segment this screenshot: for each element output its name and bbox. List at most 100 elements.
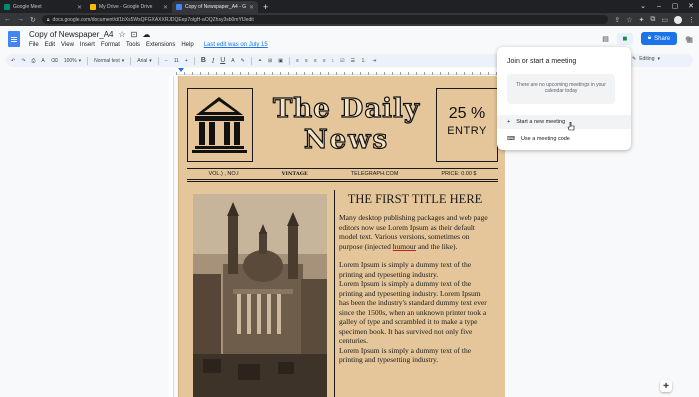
entry-label: ENTRY	[447, 125, 487, 137]
tab-my-drive[interactable]: My Drive - Google Drive ✕	[86, 1, 172, 13]
tab-google-meet[interactable]: Google Meet ✕	[0, 1, 86, 13]
comment-history-icon[interactable]: ▤	[602, 35, 609, 43]
no-meetings-message: There are no upcoming meetings in your c…	[507, 74, 615, 104]
align-right-icon[interactable]: ≡	[314, 58, 317, 64]
entry-percent: 25 %	[448, 105, 486, 122]
menu-bar: File Edit View Insert Format Tools Exten…	[29, 42, 268, 48]
back-icon[interactable]: ←	[4, 16, 11, 23]
chevron-down-icon[interactable]: ⌄	[635, 0, 651, 12]
menu-extensions[interactable]: Extensions	[146, 42, 175, 48]
editing-mode-label: Editing	[639, 56, 655, 62]
video-camera-icon: ■	[622, 34, 628, 43]
menu-edit[interactable]: Edit	[45, 42, 55, 48]
share-button[interactable]: 🔒︎ Share	[640, 32, 678, 45]
last-edit-link[interactable]: Last edit was on July 15	[204, 42, 268, 48]
move-folder-icon[interactable]: ⊡	[131, 30, 138, 39]
indent-icon[interactable]: ⇥	[372, 58, 376, 64]
checklist-icon[interactable]: ☑	[340, 58, 344, 64]
align-center-icon[interactable]: ≡	[305, 58, 308, 64]
misspelled-word[interactable]: humour	[393, 242, 416, 251]
close-icon[interactable]: ✕	[249, 4, 254, 11]
menu-format[interactable]: Format	[101, 42, 120, 48]
tab-newspaper-doc[interactable]: Copy of Newspaper_A4 - Googl... ✕	[172, 1, 258, 13]
zoom-select[interactable]: 100% ▾	[64, 58, 81, 64]
print-icon[interactable]: ⎙	[31, 58, 35, 64]
maximize-icon[interactable]: ▢	[667, 0, 683, 12]
divider	[250, 56, 252, 65]
forward-icon[interactable]: →	[17, 16, 24, 23]
extension-icon[interactable]: ✦	[639, 16, 645, 24]
url-field[interactable]: 🔒︎ docs.google.com/document/d/1bXs5WsQFG…	[41, 15, 609, 24]
close-window-icon[interactable]: ✕	[683, 0, 699, 12]
share-label: Share	[654, 35, 671, 42]
document-page[interactable]: The Daily News 25 % ENTRY VOL.) , NO.I V…	[178, 76, 505, 397]
style-value: Normal text	[94, 57, 120, 64]
new-tab-button[interactable]: +	[258, 1, 273, 13]
profile-avatar[interactable]	[674, 15, 682, 24]
bold-button[interactable]: B	[201, 57, 206, 64]
font-select[interactable]: Arial ▾	[137, 58, 152, 64]
more-icon[interactable]: ⋮	[688, 16, 695, 24]
calendar-icon[interactable]: ▦	[686, 36, 693, 44]
editing-mode-select[interactable]: ✎ Editing ▾	[632, 56, 660, 62]
docs-favicon-icon	[176, 4, 182, 10]
close-icon[interactable]: ✕	[163, 4, 168, 11]
popup-title: Join or start a meeting	[507, 58, 577, 65]
sidepanel-icon[interactable]: ▭	[661, 16, 668, 24]
share-page-icon[interactable]: ⇪	[614, 16, 620, 24]
bullet-list-icon[interactable]: ☰	[351, 58, 355, 64]
horizontal-ruler[interactable]	[176, 68, 508, 75]
spellcheck-icon[interactable]: A	[41, 58, 44, 64]
close-icon[interactable]: ✕	[77, 4, 82, 11]
vertical-ruler[interactable]	[169, 76, 174, 397]
explore-button[interactable]: ✚	[660, 380, 672, 392]
align-left-icon[interactable]: ≡	[296, 58, 299, 64]
paint-format-icon[interactable]: ⌫	[51, 58, 58, 64]
divider	[157, 56, 159, 65]
align-justify-icon[interactable]: ≡	[323, 58, 326, 64]
menu-insert[interactable]: Insert	[80, 42, 95, 48]
menu-help[interactable]: Help	[181, 42, 193, 48]
underline-button[interactable]: U	[220, 57, 225, 64]
menu-file[interactable]: File	[29, 42, 39, 48]
paragraph-text: Lorem Ipsum is simply a dummy text of th…	[339, 260, 472, 279]
pencil-icon: ✎	[632, 56, 637, 62]
highlight-icon[interactable]: ✎	[241, 58, 245, 64]
add-comment-icon[interactable]: ⊞	[268, 58, 272, 64]
link-icon[interactable]: ⚭	[258, 58, 262, 64]
increase-size-icon[interactable]: +	[185, 58, 188, 64]
cathedral-photo[interactable]	[193, 194, 327, 397]
issue-info-line: VOL.) , NO.I VINTAGE TELEGRAPH.COM PRICE…	[187, 171, 498, 177]
font-size-field[interactable]: 11	[174, 58, 179, 64]
puzzle-icon[interactable]: ⧉	[650, 16, 655, 24]
reload-icon[interactable]: ↻	[30, 16, 36, 24]
numbered-list-icon[interactable]: ⒈	[361, 57, 366, 64]
star-icon[interactable]: ☆	[626, 16, 632, 24]
indent-marker-icon[interactable]	[178, 68, 184, 72]
tab-label: Copy of Newspaper_A4 - Googl...	[185, 4, 246, 10]
text-color-button[interactable]: A	[231, 58, 234, 64]
cloud-saved-icon[interactable]: ☁	[142, 30, 150, 39]
cathedral-illustration	[193, 194, 327, 397]
explore-icon: ✚	[663, 383, 669, 390]
chevron-down-icon: ▾	[149, 57, 152, 64]
decrease-size-icon[interactable]: −	[165, 58, 168, 64]
divider	[187, 179, 498, 180]
style-select[interactable]: Normal text ▾	[94, 58, 124, 64]
start-meeting-item[interactable]: + Start a new meeting	[497, 115, 631, 129]
menu-tools[interactable]: Tools	[126, 42, 140, 48]
image-icon[interactable]: ▣	[278, 58, 283, 64]
meeting-code-item[interactable]: ⌨ Use a meeting code	[497, 132, 631, 146]
undo-icon[interactable]: ↶	[11, 58, 15, 64]
browser-extensions: ⇪ ☆ ✦ ⧉ ▭ ⋮	[614, 15, 695, 24]
meet-button[interactable]: ■	[616, 32, 633, 45]
doc-title[interactable]: Copy of Newspaper_A4	[29, 30, 114, 39]
paragraph-text: Lorem Ipsum is simply a dummy text of th…	[339, 279, 487, 345]
menu-view[interactable]: View	[61, 42, 74, 48]
italic-button[interactable]: I	[212, 57, 214, 65]
line-spacing-icon[interactable]: ↕	[332, 58, 335, 64]
redo-icon[interactable]: ↷	[21, 58, 25, 64]
docs-logo-icon[interactable]	[8, 31, 20, 47]
minimize-icon[interactable]: –	[651, 0, 667, 12]
star-icon[interactable]: ☆	[119, 30, 126, 39]
